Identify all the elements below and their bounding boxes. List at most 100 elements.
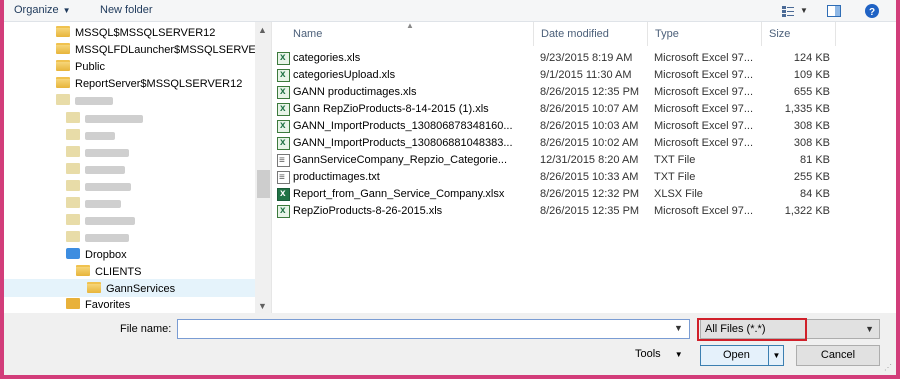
file-name: GANN_ImportProducts_130806881048383... <box>293 137 513 149</box>
open-button[interactable]: Open ▼ <box>700 345 784 366</box>
preview-pane-icon[interactable] <box>826 3 842 19</box>
nav-item-redacted[interactable] <box>66 229 129 247</box>
file-date: 9/1/2015 11:30 AM <box>540 69 632 81</box>
file-type: Microsoft Excel 97... <box>654 52 754 64</box>
folder-icon <box>66 163 80 174</box>
folder-icon <box>76 265 90 276</box>
chevron-down-icon: ▼ <box>865 324 874 334</box>
excel-icon <box>277 49 290 66</box>
nav-item-redacted[interactable] <box>56 92 113 110</box>
file-size: 109 KB <box>793 69 830 81</box>
file-type-filter[interactable]: All Files (*.*) ▼ <box>700 319 880 339</box>
file-row[interactable]: GannServiceCompany_Repzio_Categorie... 12… <box>272 152 896 169</box>
file-size: 1,335 KB <box>784 103 830 115</box>
file-name: productimages.txt <box>293 171 380 183</box>
file-date: 8/26/2015 10:03 AM <box>540 120 639 132</box>
nav-item-redacted[interactable] <box>66 110 143 128</box>
excel-icon <box>277 66 290 83</box>
file-size: 255 KB <box>793 171 830 183</box>
folder-icon <box>56 43 70 54</box>
file-type: TXT File <box>654 171 696 183</box>
tools-button[interactable]: Tools ▼ <box>635 348 683 360</box>
nav-item-redacted[interactable] <box>66 144 129 162</box>
file-date: 8/26/2015 10:33 AM <box>540 171 639 183</box>
file-row[interactable]: GANN_ImportProducts_130806878348160... 8/… <box>272 117 896 135</box>
nav-item-mssql-fd-launcher[interactable]: MSSQLFDLauncher$MSSQLSERVER1 <box>56 41 270 59</box>
folder-icon <box>56 77 70 88</box>
file-size: 81 KB <box>800 154 830 166</box>
file-row[interactable]: GANN productimages.xls 8/26/2015 12:35 PM… <box>272 83 896 101</box>
scrollbar-thumb[interactable] <box>257 170 270 198</box>
file-row[interactable]: categories.xls 9/23/2015 8:19 AM Microsoft… <box>272 49 896 67</box>
folder-icon <box>66 112 80 123</box>
column-header-size[interactable]: Size <box>762 22 836 46</box>
dialog-footer: File name: ▼ All Files (*.*) ▼ Tools ▼ Op… <box>4 313 896 375</box>
file-name-label: File name: <box>120 323 172 335</box>
file-type: Microsoft Excel 97... <box>654 205 754 217</box>
redacted-label <box>75 97 113 106</box>
file-type: Microsoft Excel 97... <box>654 103 754 115</box>
toolbar: Organize ▼ New folder ▼ ? <box>4 0 896 22</box>
folder-icon <box>56 94 70 105</box>
help-icon[interactable]: ? <box>864 3 880 19</box>
nav-item-dropbox[interactable]: Dropbox <box>66 246 127 264</box>
navigation-pane[interactable]: MSSQL$MSSQLSERVER12 MSSQLFDLauncher$MSSQ… <box>4 22 272 313</box>
nav-item-redacted[interactable] <box>66 178 131 196</box>
new-folder-button[interactable]: New folder <box>100 4 153 16</box>
nav-item-gannservices[interactable]: GannServices <box>4 279 255 297</box>
file-type: Microsoft Excel 97... <box>654 69 754 81</box>
column-header-date[interactable]: Date modified <box>534 22 648 46</box>
nav-item-favorites[interactable]: Favorites <box>66 296 130 313</box>
cancel-button[interactable]: Cancel <box>796 345 880 366</box>
nav-item-redacted[interactable] <box>66 161 125 179</box>
file-row[interactable]: GANN_ImportProducts_130806881048383... 8/… <box>272 134 896 152</box>
file-size: 308 KB <box>793 137 830 149</box>
file-name: GANN_ImportProducts_130806878348160... <box>293 120 513 132</box>
redacted-label <box>85 166 125 175</box>
column-header-name[interactable]: ▲ Name <box>272 21 534 46</box>
file-list[interactable]: ▲ Name Date modified Type Size categorie… <box>272 21 896 313</box>
column-header-type[interactable]: Type <box>648 22 762 46</box>
sort-up-icon: ▲ <box>406 21 414 30</box>
dropbox-icon <box>66 248 80 259</box>
file-date: 9/23/2015 8:19 AM <box>540 52 633 64</box>
file-type: Microsoft Excel 97... <box>654 137 754 149</box>
file-row[interactable]: Report_from_Gann_Service_Company.xlsx 8/2… <box>272 185 896 203</box>
file-type-filter-value: All Files (*.*) <box>705 323 766 335</box>
file-row[interactable]: RepZioProducts-8-26-2015.xls 8/26/2015 12… <box>272 202 896 220</box>
file-name-dropdown-icon[interactable]: ▼ <box>674 323 683 333</box>
chevron-down-icon: ▼ <box>674 350 683 359</box>
file-date: 8/26/2015 10:02 AM <box>540 137 639 149</box>
folder-icon <box>66 180 80 191</box>
file-size: 1,322 KB <box>784 205 830 217</box>
folder-icon <box>66 146 80 157</box>
file-date: 8/26/2015 12:35 PM <box>540 205 640 217</box>
file-name-input[interactable] <box>177 319 690 339</box>
scroll-up-icon[interactable]: ▲ <box>258 25 267 35</box>
nav-item-public[interactable]: Public <box>56 58 105 76</box>
change-view-icon[interactable] <box>780 3 796 19</box>
nav-item-redacted[interactable] <box>66 127 115 145</box>
text-file-icon <box>277 152 290 169</box>
file-open-dialog: Organize ▼ New folder ▼ ? MSSQL$MSSQLSERV… <box>4 0 896 375</box>
scroll-down-icon[interactable]: ▼ <box>258 301 267 311</box>
chevron-down-icon: ▼ <box>62 6 71 15</box>
file-name: GANN productimages.xls <box>293 86 417 98</box>
open-split-dropdown-icon[interactable]: ▼ <box>768 346 784 365</box>
file-name: categoriesUpload.xls <box>293 69 396 81</box>
views-dropdown-icon[interactable]: ▼ <box>800 6 808 15</box>
file-row[interactable]: Gann RepZioProducts-8-14-2015 (1).xls 8/2… <box>272 100 896 118</box>
resize-grip-icon[interactable]: ⋰ <box>884 363 892 372</box>
nav-scrollbar[interactable]: ▲ ▼ <box>255 22 271 313</box>
file-date: 8/26/2015 10:07 AM <box>540 103 639 115</box>
nav-item-redacted[interactable] <box>66 195 121 213</box>
organize-button[interactable]: Organize ▼ <box>14 4 71 16</box>
nav-item-report-server[interactable]: ReportServer$MSSQLSERVER12 <box>56 75 242 93</box>
file-row[interactable]: productimages.txt 8/26/2015 10:33 AM TXT F… <box>272 169 896 186</box>
file-type: Microsoft Excel 97... <box>654 120 754 132</box>
file-row[interactable]: categoriesUpload.xls 9/1/2015 11:30 AM Mic… <box>272 66 896 84</box>
folder-icon <box>66 129 80 140</box>
nav-item-redacted[interactable] <box>66 212 135 230</box>
nav-item-mssql-server[interactable]: MSSQL$MSSQLSERVER12 <box>56 24 215 42</box>
xlsx-icon <box>277 185 290 202</box>
